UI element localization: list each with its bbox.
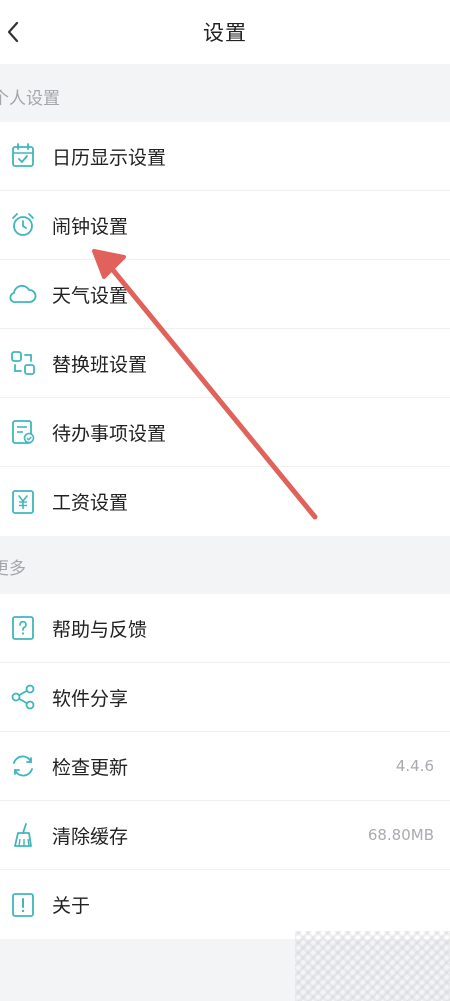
- calendar-icon: [8, 141, 38, 171]
- settings-item-check-update[interactable]: 检查更新 4.4.6: [0, 732, 450, 801]
- settings-item-label: 天气设置: [52, 284, 129, 307]
- salary-icon: [8, 487, 38, 517]
- settings-item-help[interactable]: 帮助与反馈: [0, 594, 450, 663]
- settings-item-calendar[interactable]: 日历显示设置: [0, 122, 450, 191]
- settings-item-label: 帮助与反馈: [52, 618, 148, 641]
- section-header-personal: 个人设置: [0, 84, 450, 109]
- back-button[interactable]: [0, 16, 28, 48]
- settings-item-about[interactable]: 关于: [0, 870, 450, 939]
- personal-settings-group: 日历显示设置 闹钟设置 天气设置 替换班设置 待办事项设置 工资设置: [0, 122, 450, 536]
- settings-item-label: 工资设置: [52, 492, 129, 514]
- cache-size-value: 68.80MB: [367, 826, 434, 844]
- settings-item-shift-swap[interactable]: 替换班设置: [0, 329, 450, 398]
- info-icon: [8, 890, 38, 920]
- section-header-more: 更多: [0, 554, 450, 579]
- swap-shift-icon: [8, 348, 38, 378]
- watermark: [295, 931, 450, 1001]
- section-title: 个人设置: [0, 89, 60, 109]
- settings-item-todo[interactable]: 待办事项设置: [0, 398, 450, 467]
- refresh-icon: [8, 751, 38, 781]
- page-title: 设置: [203, 21, 247, 45]
- settings-item-label: 闹钟设置: [52, 215, 129, 238]
- settings-item-label: 日历显示设置: [52, 146, 167, 169]
- todo-list-icon: [8, 417, 38, 447]
- broom-icon: [8, 820, 38, 850]
- settings-item-salary[interactable]: 工资设置: [0, 467, 450, 536]
- settings-item-label: 待办事项设置: [52, 422, 167, 445]
- version-value: 4.4.6: [395, 757, 434, 775]
- top-bar: 设置: [0, 0, 450, 64]
- settings-item-label: 替换班设置: [52, 353, 148, 376]
- help-icon: [8, 613, 38, 643]
- settings-item-clear-cache[interactable]: 清除缓存 68.80MB: [0, 801, 450, 870]
- settings-item-label: 关于: [52, 895, 91, 917]
- settings-item-share[interactable]: 软件分享: [0, 663, 450, 732]
- settings-item-weather[interactable]: 天气设置: [0, 260, 450, 329]
- chevron-left-icon: [7, 21, 19, 43]
- alarm-clock-icon: [8, 210, 38, 240]
- section-title: 更多: [0, 559, 26, 579]
- settings-item-label: 软件分享: [52, 687, 129, 710]
- more-settings-group: 帮助与反馈 软件分享 检查更新 4.4.6 清除缓存 68.80MB 关于: [0, 594, 450, 939]
- settings-item-alarm[interactable]: 闹钟设置: [0, 191, 450, 260]
- cloud-icon: [8, 279, 38, 309]
- settings-item-label: 检查更新: [52, 756, 129, 779]
- settings-item-label: 清除缓存: [52, 825, 129, 848]
- share-icon: [8, 682, 38, 712]
